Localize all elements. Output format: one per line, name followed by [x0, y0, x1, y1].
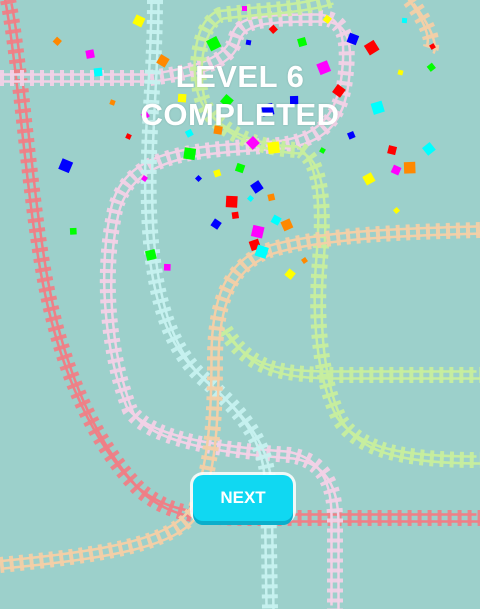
game-stage: LEVEL 6 COMPLETED NEXT [0, 0, 480, 609]
next-button[interactable]: NEXT [193, 475, 293, 521]
level-complete-title: LEVEL 6 COMPLETED [0, 58, 480, 134]
confetti-piece [362, 172, 376, 186]
confetti-piece [267, 193, 276, 202]
confetti-piece [401, 17, 408, 24]
confetti-piece [387, 145, 398, 156]
confetti-piece [422, 142, 436, 156]
confetti-piece [210, 218, 222, 230]
confetti-piece [392, 206, 401, 215]
confetti-piece [363, 39, 380, 56]
confetti-piece [250, 224, 265, 239]
confetti-piece [213, 169, 222, 178]
track-green-b [218, 325, 480, 383]
confetti-piece [280, 218, 294, 232]
confetti-piece [234, 162, 246, 174]
level-label: LEVEL 6 [175, 59, 305, 94]
confetti-piece [390, 164, 402, 176]
confetti-piece [58, 158, 74, 174]
confetti-piece [225, 195, 238, 208]
completed-label: COMPLETED [140, 97, 340, 132]
confetti-piece [125, 133, 132, 140]
confetti-piece [250, 180, 264, 194]
confetti-piece [194, 174, 203, 183]
confetti-piece [319, 147, 326, 154]
confetti-piece [267, 141, 281, 155]
confetti-piece [52, 36, 62, 46]
confetti-piece [242, 6, 247, 11]
confetti-piece [403, 161, 416, 174]
confetti-piece [183, 147, 197, 161]
confetti-piece [297, 37, 308, 48]
confetti-piece [270, 214, 282, 226]
confetti-piece [132, 14, 146, 28]
confetti-piece [69, 227, 77, 235]
confetti-piece [245, 39, 252, 46]
next-button-label: NEXT [220, 488, 266, 507]
confetti-piece [163, 263, 171, 271]
confetti-piece [301, 257, 308, 264]
confetti-piece [284, 268, 296, 280]
confetti-piece [231, 211, 240, 220]
confetti-piece [246, 194, 255, 203]
